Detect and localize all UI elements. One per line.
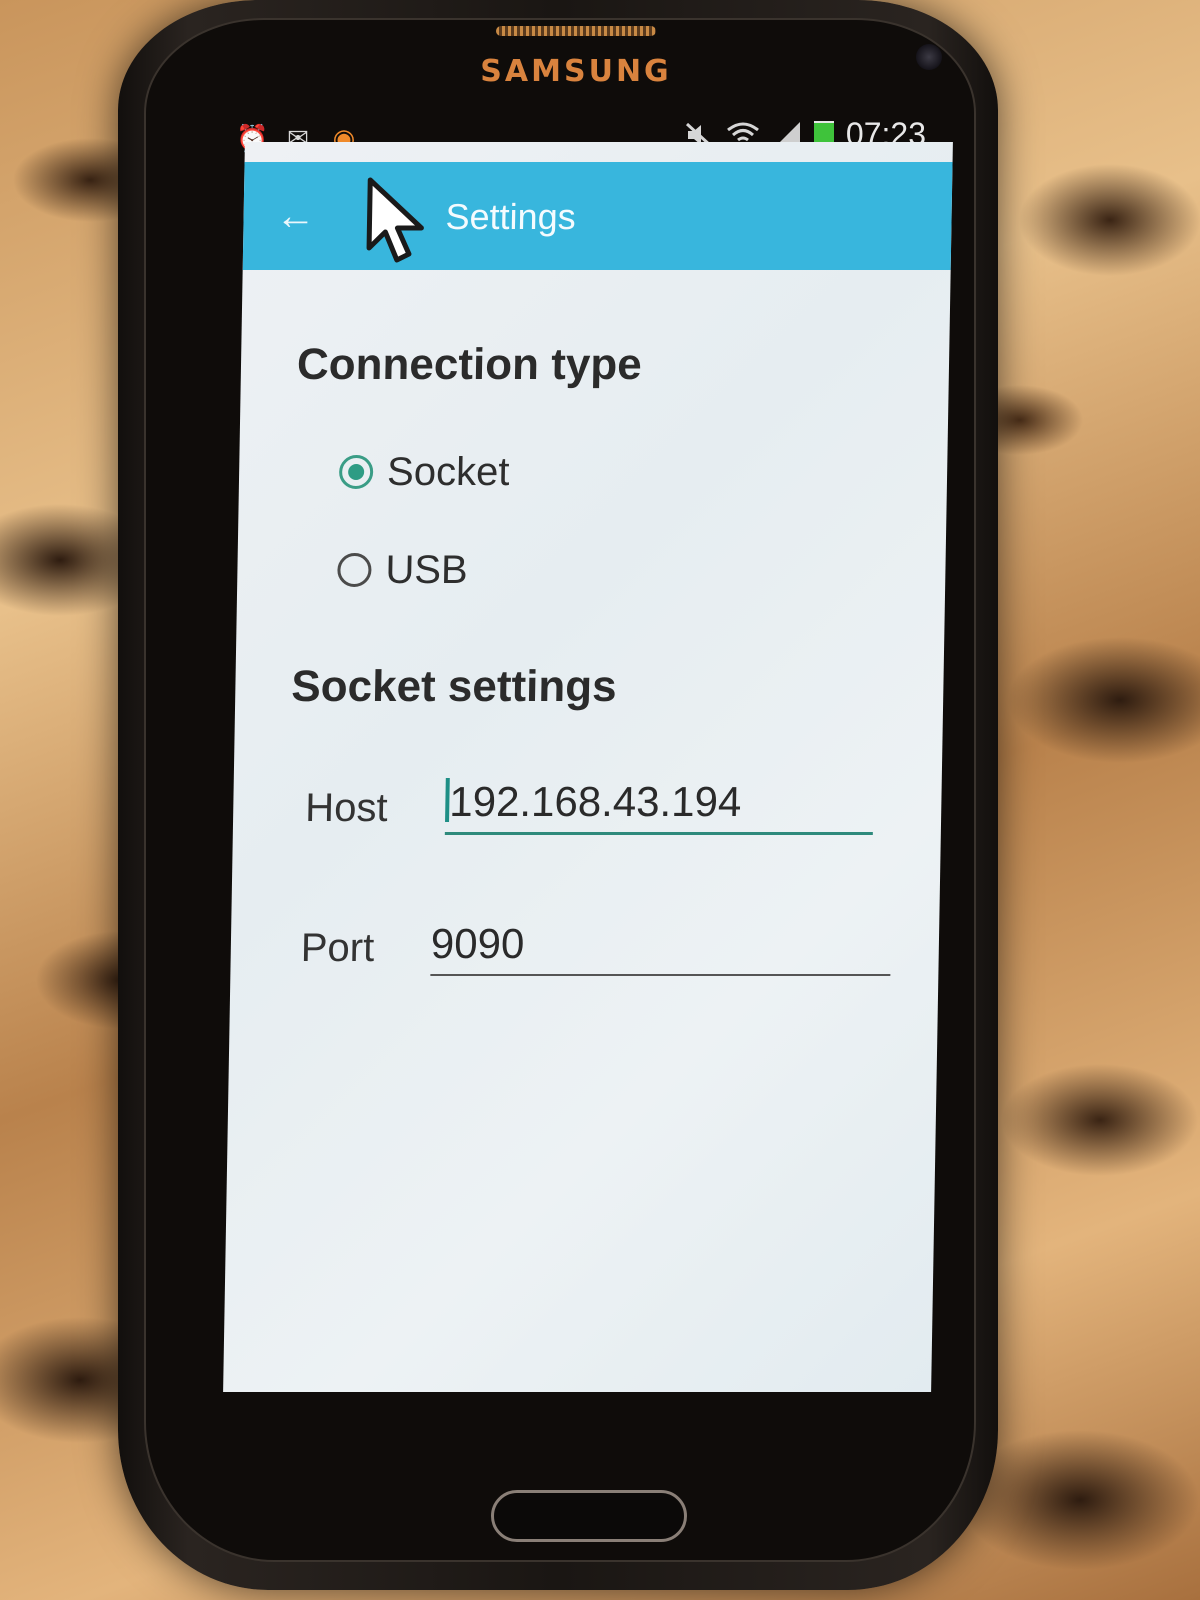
back-arrow-icon: ← [275,194,317,238]
radio-label-socket: Socket [386,449,510,494]
host-value: 192.168.43.194 [448,778,742,825]
port-value: 9090 [430,920,525,967]
host-input[interactable]: 192.168.43.194 [444,778,874,835]
action-bar: ← Settings [242,162,953,270]
radio-option-usb[interactable]: USB [337,540,468,600]
phone-face: SAMSUNG ⏰ ✉ ◉ 07:23 ← Settings Connectio… [144,18,976,1562]
page-title: Settings [445,196,577,237]
back-button[interactable]: ← [265,186,326,246]
port-label: Port [300,926,375,970]
earpiece-speaker [496,26,656,36]
app-screen: ← Settings Connection type Socket USB So… [223,142,953,1392]
front-camera [916,44,942,70]
mouse-pointer-icon [366,177,424,263]
host-label: Host [304,786,388,830]
port-input[interactable]: 9090 [430,920,892,976]
home-button[interactable] [491,1490,687,1542]
settings-content: Connection type Socket USB Socket settin… [223,270,951,1392]
connection-type-heading: Connection type [296,340,643,389]
radio-button-socket[interactable] [338,455,374,489]
radio-label-usb: USB [385,547,469,592]
phone-body: SAMSUNG ⏰ ✉ ◉ 07:23 ← Settings Connectio… [118,0,998,1590]
socket-settings-heading: Socket settings [290,662,618,711]
radio-button-usb[interactable] [337,553,372,587]
brand-logo: SAMSUNG [480,54,672,89]
radio-option-socket[interactable]: Socket [338,442,510,502]
